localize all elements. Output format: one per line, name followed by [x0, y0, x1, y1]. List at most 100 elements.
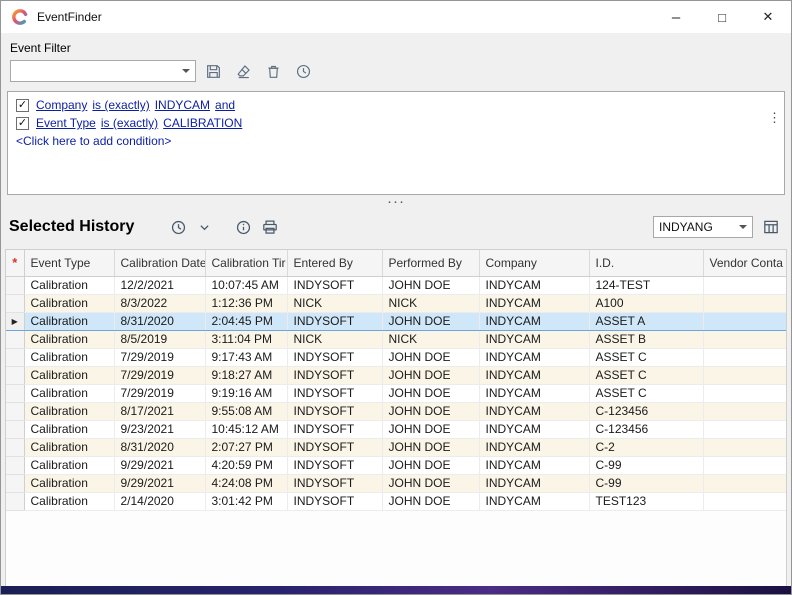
condition-token[interactable]: and [215, 98, 235, 112]
grid-customize-button[interactable] [758, 215, 783, 239]
cell: Calibration [24, 294, 114, 312]
minimize-button[interactable]: – [653, 1, 699, 33]
cell: Calibration [24, 492, 114, 510]
table-row[interactable]: Calibration7/29/20199:17:43 AMINDYSOFTJO… [6, 348, 787, 366]
cell: 2/14/2020 [114, 492, 205, 510]
cell [703, 348, 787, 366]
cell: INDYCAM [479, 492, 589, 510]
table-row[interactable]: Calibration12/2/202110:07:45 AMINDYSOFTJ… [6, 276, 787, 294]
table-row[interactable]: Calibration2/14/20203:01:42 PMINDYSOFTJO… [6, 492, 787, 510]
table-row[interactable]: Calibration8/31/20202:07:27 PMINDYSOFTJO… [6, 438, 787, 456]
bottom-brand-bar [1, 586, 791, 594]
column-header[interactable]: I.D. [589, 250, 703, 276]
cell [703, 276, 787, 294]
clear-filter-button[interactable] [231, 59, 256, 83]
condition-token[interactable]: Company [36, 98, 87, 112]
table-row[interactable]: ▶Calibration8/31/20202:04:45 PMINDYSOFTJ… [6, 312, 787, 330]
cell: INDYCAM [479, 276, 589, 294]
row-indicator [6, 492, 24, 510]
cell: INDYCAM [479, 474, 589, 492]
cell [703, 366, 787, 384]
column-header[interactable]: Company [479, 250, 589, 276]
print-button[interactable] [257, 215, 282, 239]
chevron-down-icon[interactable] [177, 61, 195, 81]
cell: C-99 [589, 456, 703, 474]
cell: JOHN DOE [382, 438, 479, 456]
table-row[interactable]: Calibration9/29/20214:20:59 PMINDYSOFTJO… [6, 456, 787, 474]
condition-token[interactable]: Event Type [36, 116, 96, 130]
column-header[interactable]: Vendor Conta [703, 250, 787, 276]
panel-splitter[interactable]: ··· [1, 198, 791, 209]
cell: C-99 [589, 474, 703, 492]
panel-resize-dots[interactable]: ⋮ [768, 112, 781, 123]
table-row[interactable]: Calibration8/5/20193:11:04 PMNICKNICKIND… [6, 330, 787, 348]
cell: INDYCAM [479, 294, 589, 312]
cell: 1:12:36 PM [205, 294, 287, 312]
history-grid: *Event TypeCalibration DateCalibration T… [5, 249, 787, 587]
info-icon [235, 219, 252, 236]
history-clock-button[interactable] [166, 215, 191, 239]
cell: 9:55:08 AM [205, 402, 287, 420]
cell: INDYCAM [479, 420, 589, 438]
table-row[interactable]: Calibration7/29/20199:19:16 AMINDYSOFTJO… [6, 384, 787, 402]
cell [703, 474, 787, 492]
save-filter-button[interactable] [201, 59, 226, 83]
cell: INDYSOFT [287, 276, 382, 294]
cell: 10:45:12 AM [205, 420, 287, 438]
cell: 2:07:27 PM [205, 438, 287, 456]
cell: 4:20:59 PM [205, 456, 287, 474]
filter-conditions-panel: Company is (exactly) INDYCAM and Event Type i… [7, 91, 785, 195]
row-indicator [6, 474, 24, 492]
cell: JOHN DOE [382, 420, 479, 438]
table-row[interactable]: Calibration9/23/202110:45:12 AMINDYSOFTJ… [6, 420, 787, 438]
condition-token[interactable]: is (exactly) [92, 98, 149, 112]
user-combo[interactable]: INDYANG [653, 216, 753, 238]
add-condition-link[interactable]: <Click here to add condition> [16, 134, 776, 148]
window-title: EventFinder [37, 10, 102, 24]
cell: INDYSOFT [287, 312, 382, 330]
condition-token[interactable]: is (exactly) [101, 116, 158, 130]
cell: 8/5/2019 [114, 330, 205, 348]
condition-list: Company is (exactly) INDYCAM and Event Type i… [16, 98, 776, 130]
cell: Calibration [24, 348, 114, 366]
condition-token[interactable]: CALIBRATION [163, 116, 242, 130]
cell: NICK [382, 330, 479, 348]
condition-token[interactable]: INDYCAM [155, 98, 210, 112]
column-header[interactable]: Calibration Tir [205, 250, 287, 276]
table-row[interactable]: Calibration7/29/20199:18:27 AMINDYSOFTJO… [6, 366, 787, 384]
row-indicator [6, 294, 24, 312]
cell: Calibration [24, 402, 114, 420]
cell: JOHN DOE [382, 456, 479, 474]
history-clock-dropdown-button[interactable] [192, 215, 217, 239]
column-header[interactable]: Event Type [24, 250, 114, 276]
cell: 2:04:45 PM [205, 312, 287, 330]
column-header[interactable]: Calibration Date [114, 250, 205, 276]
delete-filter-button[interactable] [261, 59, 286, 83]
column-header[interactable]: Entered By [287, 250, 382, 276]
filter-history-button[interactable] [291, 59, 316, 83]
app-logo-icon [11, 8, 29, 26]
row-indicator [6, 420, 24, 438]
cell [703, 492, 787, 510]
condition-checkbox[interactable] [16, 99, 29, 112]
table-row[interactable]: Calibration8/17/20219:55:08 AMINDYSOFTJO… [6, 402, 787, 420]
cell: TEST123 [589, 492, 703, 510]
close-button[interactable]: ✕ [745, 1, 791, 33]
eraser-icon [235, 63, 252, 80]
row-indicator [6, 330, 24, 348]
cell: 3:11:04 PM [205, 330, 287, 348]
cell: NICK [382, 294, 479, 312]
chevron-down-icon[interactable] [734, 217, 752, 237]
column-header[interactable]: Performed By [382, 250, 479, 276]
filter-combo[interactable] [10, 60, 196, 82]
table-row[interactable]: Calibration9/29/20214:24:08 PMINDYSOFTJO… [6, 474, 787, 492]
maximize-button[interactable]: □ [699, 1, 745, 33]
cell: C-123456 [589, 402, 703, 420]
table-row[interactable]: Calibration8/3/20221:12:36 PMNICKNICKIND… [6, 294, 787, 312]
cell: JOHN DOE [382, 474, 479, 492]
event-filter-label: Event Filter [10, 41, 791, 55]
condition-checkbox[interactable] [16, 117, 29, 130]
info-button[interactable] [231, 215, 256, 239]
cell: JOHN DOE [382, 276, 479, 294]
cell [703, 456, 787, 474]
